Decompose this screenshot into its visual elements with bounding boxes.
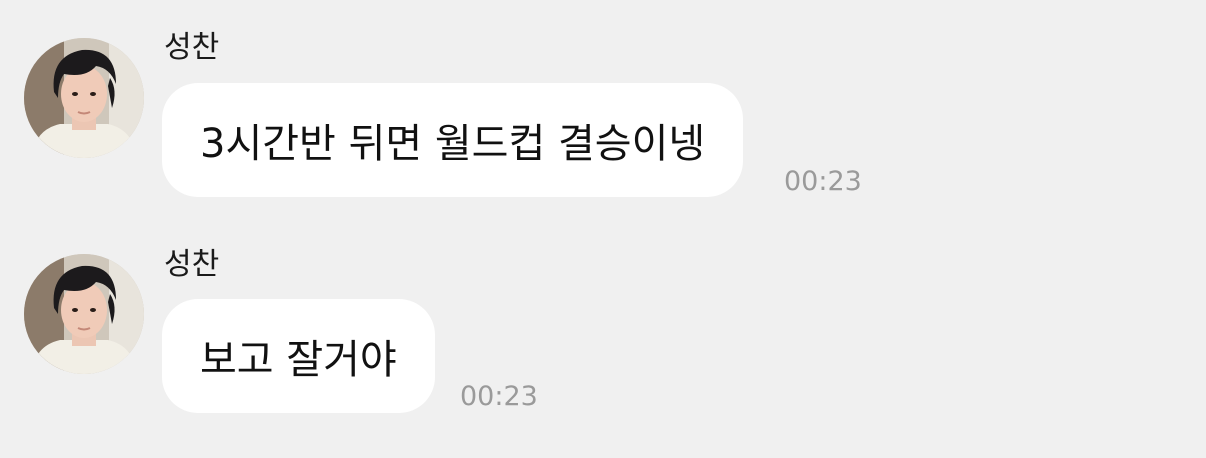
sender-name: 성찬 <box>164 247 220 282</box>
message-timestamp: 00:23 <box>460 381 538 412</box>
message-timestamp: 00:23 <box>784 166 862 197</box>
profile-photo <box>24 254 144 374</box>
message-bubble[interactable]: 보고 잘거야 <box>162 299 435 413</box>
profile-photo <box>24 38 144 158</box>
message-bubble[interactable]: 3시간반 뒤면 월드컵 결승이넹 <box>162 83 744 197</box>
avatar[interactable] <box>24 38 144 158</box>
avatar[interactable] <box>24 254 144 374</box>
sender-name: 성찬 <box>164 30 220 65</box>
